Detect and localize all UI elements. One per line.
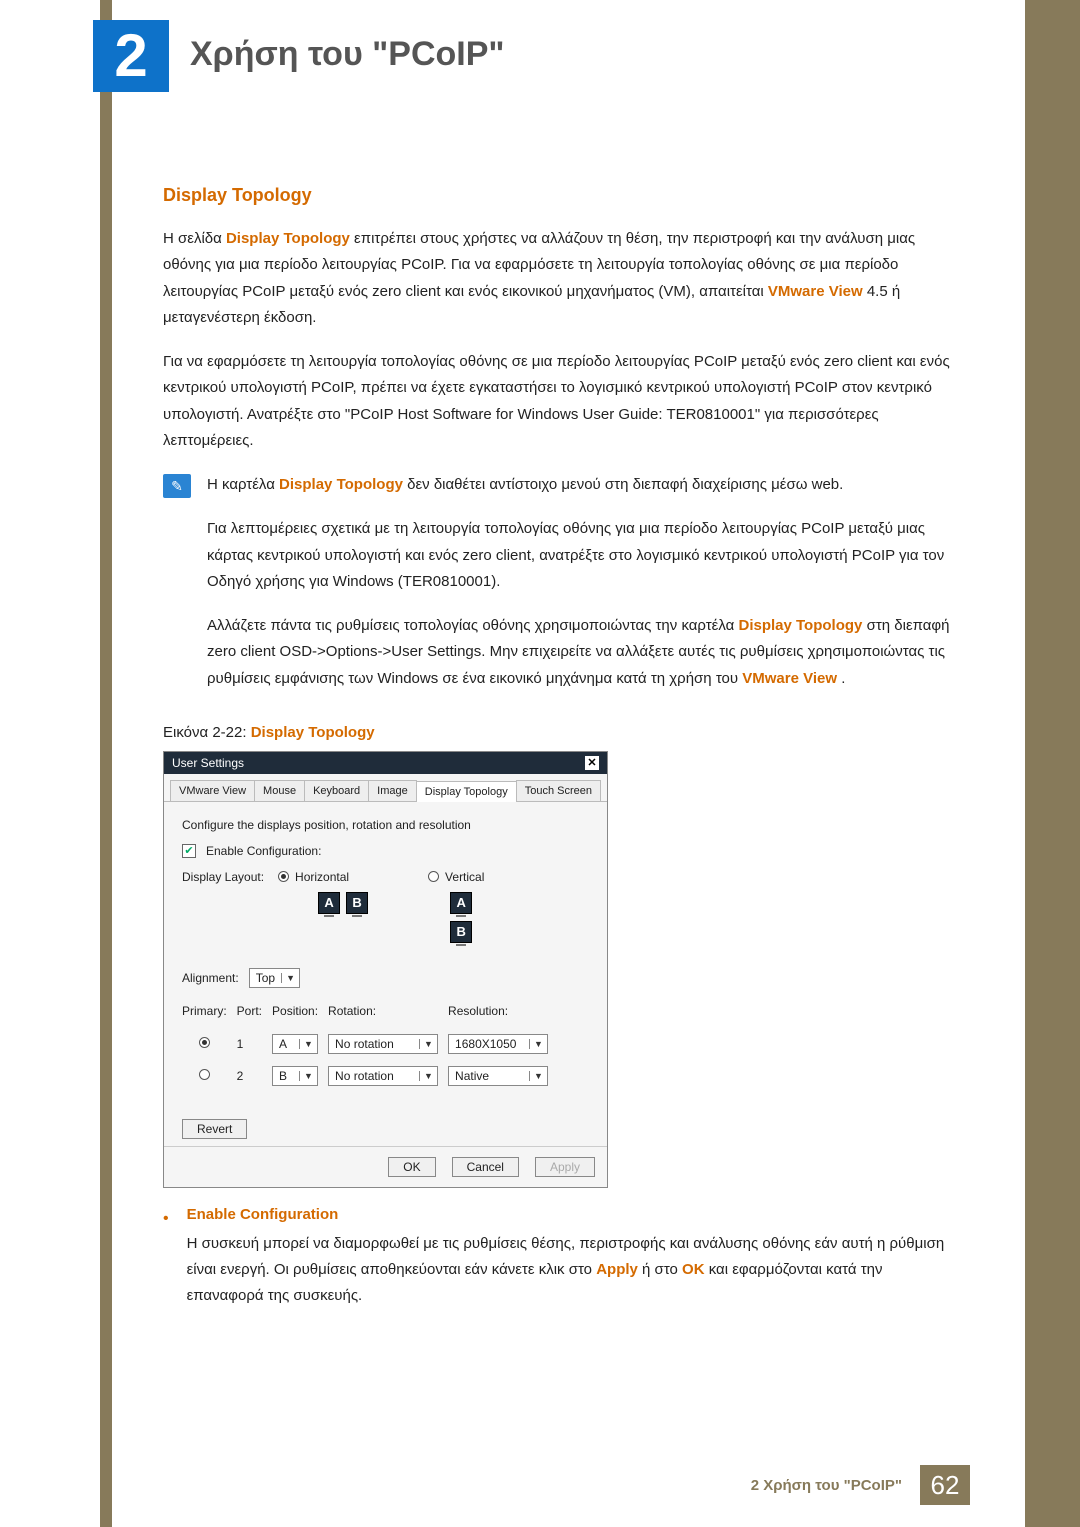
enable-configuration-checkbox[interactable]: ✔ bbox=[182, 844, 196, 858]
resolution-value: Native bbox=[449, 1069, 529, 1083]
layout-horizontal-label: Horizontal bbox=[295, 870, 349, 884]
monitor-b-icon: B bbox=[450, 921, 472, 943]
chevron-down-icon: ▼ bbox=[281, 973, 299, 983]
chevron-down-icon: ▼ bbox=[419, 1039, 437, 1049]
monitor-b-icon: B bbox=[346, 892, 368, 914]
chapter-number-badge: 2 bbox=[93, 20, 169, 92]
ok-button[interactable]: OK bbox=[388, 1157, 435, 1177]
section-heading: Display Topology bbox=[163, 185, 963, 206]
tab-display-topology[interactable]: Display Topology bbox=[416, 781, 517, 802]
emphasis-apply: Apply bbox=[596, 1261, 638, 1278]
bullet-icon: • bbox=[163, 1206, 169, 1328]
tab-touch-screen[interactable]: Touch Screen bbox=[516, 780, 601, 801]
alignment-label: Alignment: bbox=[182, 971, 239, 985]
emphasis-vmware-view: VMware View bbox=[768, 283, 863, 300]
tab-keyboard[interactable]: Keyboard bbox=[304, 780, 369, 801]
resolution-select-2[interactable]: Native▼ bbox=[448, 1066, 548, 1086]
primary-radio-2[interactable] bbox=[199, 1069, 210, 1080]
primary-radio-1[interactable] bbox=[199, 1037, 210, 1048]
position-value: B bbox=[273, 1069, 299, 1083]
port-value: 2 bbox=[237, 1060, 272, 1092]
chapter-title: Χρήση του "PCoIP" bbox=[190, 35, 505, 74]
port-value: 1 bbox=[237, 1028, 272, 1060]
dialog-title: User Settings bbox=[172, 756, 244, 770]
emphasis-display-topology: Display Topology bbox=[226, 230, 350, 247]
text: . bbox=[841, 670, 845, 687]
revert-button[interactable]: Revert bbox=[182, 1119, 247, 1139]
page-number: 62 bbox=[920, 1465, 970, 1505]
rotation-select-2[interactable]: No rotation▼ bbox=[328, 1066, 438, 1086]
rotation-value: No rotation bbox=[329, 1069, 419, 1083]
chevron-down-icon: ▼ bbox=[299, 1039, 317, 1049]
alignment-value: Top bbox=[250, 971, 281, 985]
note-paragraph-3: Αλλάζετε πάντα τις ρυθμίσεις τοπολογίας … bbox=[207, 613, 963, 692]
figure-caption-name: Display Topology bbox=[251, 724, 375, 741]
chevron-down-icon: ▼ bbox=[299, 1071, 317, 1081]
position-select-2[interactable]: B▼ bbox=[272, 1066, 318, 1086]
table-row: 2 B▼ No rotation▼ Native▼ bbox=[182, 1060, 558, 1092]
resolution-select-1[interactable]: 1680X1050▼ bbox=[448, 1034, 548, 1054]
text: Η καρτέλα bbox=[207, 476, 279, 493]
col-resolution: Resolution: bbox=[448, 1000, 558, 1028]
col-rotation: Rotation: bbox=[328, 1000, 448, 1028]
note-paragraph-1: Η καρτέλα Display Topology δεν διαθέτει … bbox=[207, 472, 963, 498]
tab-vmware-view[interactable]: VMware View bbox=[170, 780, 255, 801]
enable-configuration-label: Enable Configuration: bbox=[206, 844, 321, 858]
left-accent-bar bbox=[100, 0, 112, 1527]
chevron-down-icon: ▼ bbox=[529, 1071, 547, 1081]
col-primary: Primary: bbox=[182, 1000, 237, 1028]
text: Αλλάζετε πάντα τις ρυθμίσεις τοπολογίας … bbox=[207, 617, 738, 634]
resolution-value: 1680X1050 bbox=[449, 1037, 529, 1051]
chevron-down-icon: ▼ bbox=[529, 1039, 547, 1049]
dialog-tabs: VMware View Mouse Keyboard Image Display… bbox=[164, 774, 607, 802]
monitor-a-icon: A bbox=[450, 892, 472, 914]
emphasis-display-topology: Display Topology bbox=[279, 476, 403, 493]
text: Η σελίδα bbox=[163, 230, 226, 247]
rotation-select-1[interactable]: No rotation▼ bbox=[328, 1034, 438, 1054]
col-port: Port: bbox=[237, 1000, 272, 1028]
figure-caption-prefix: Εικόνα 2-22: bbox=[163, 724, 251, 741]
tab-mouse[interactable]: Mouse bbox=[254, 780, 305, 801]
cancel-button[interactable]: Cancel bbox=[452, 1157, 519, 1177]
tab-image[interactable]: Image bbox=[368, 780, 417, 801]
monitor-a-icon: A bbox=[318, 892, 340, 914]
note-paragraph-2: Για λεπτομέρειες σχετικά με τη λειτουργί… bbox=[207, 516, 963, 595]
layout-vertical-label: Vertical bbox=[445, 870, 484, 884]
text: δεν διαθέτει αντίστοιχο μενού στη διεπαφ… bbox=[407, 476, 843, 493]
bullet-paragraph: Η συσκευή μπορεί να διαμορφωθεί με τις ρ… bbox=[187, 1231, 963, 1310]
layout-horizontal-radio[interactable] bbox=[278, 871, 289, 882]
emphasis-display-topology: Display Topology bbox=[738, 617, 862, 634]
table-row: 1 A▼ No rotation▼ 1680X1050▼ bbox=[182, 1028, 558, 1060]
emphasis-vmware-view: VMware View bbox=[742, 670, 837, 687]
apply-button[interactable]: Apply bbox=[535, 1157, 595, 1177]
right-accent-bar bbox=[1025, 0, 1080, 1527]
text: ή στο bbox=[642, 1261, 682, 1278]
chevron-down-icon: ▼ bbox=[419, 1071, 437, 1081]
dialog-instruction: Configure the displays position, rotatio… bbox=[182, 818, 589, 832]
position-value: A bbox=[273, 1037, 299, 1051]
emphasis-ok: OK bbox=[682, 1261, 705, 1278]
footer-chapter-text: 2 Χρήση του "PCoIP" bbox=[751, 1477, 902, 1494]
rotation-value: No rotation bbox=[329, 1037, 419, 1051]
bullet-heading: Enable Configuration bbox=[187, 1206, 963, 1223]
close-icon[interactable]: ✕ bbox=[585, 756, 599, 770]
position-select-1[interactable]: A▼ bbox=[272, 1034, 318, 1054]
alignment-select[interactable]: Top ▼ bbox=[249, 968, 300, 988]
user-settings-dialog: User Settings ✕ VMware View Mouse Keyboa… bbox=[163, 751, 608, 1188]
paragraph-2: Για να εφαρμόσετε τη λειτουργία τοπολογί… bbox=[163, 349, 963, 454]
note-icon bbox=[163, 474, 191, 498]
col-position: Position: bbox=[272, 1000, 328, 1028]
paragraph-1: Η σελίδα Display Topology επιτρέπει στου… bbox=[163, 226, 963, 331]
display-layout-label: Display Layout: bbox=[182, 870, 264, 884]
display-table: Primary: Port: Position: Rotation: Resol… bbox=[182, 1000, 558, 1092]
figure-caption: Εικόνα 2-22: Display Topology bbox=[163, 724, 963, 741]
layout-vertical-radio[interactable] bbox=[428, 871, 439, 882]
